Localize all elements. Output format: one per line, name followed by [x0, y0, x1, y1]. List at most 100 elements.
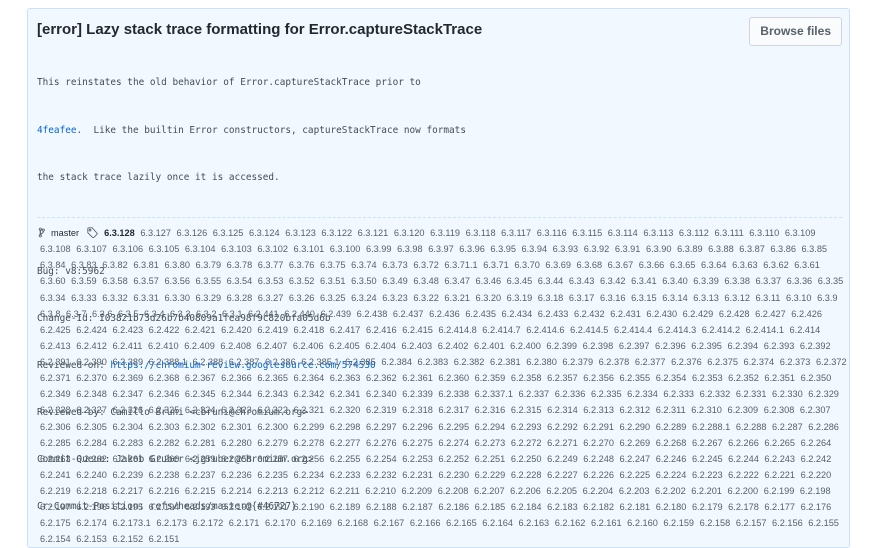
tag-link[interactable]: 6.2.183 [547, 502, 578, 512]
tag-link[interactable]: 6.3.23 [382, 293, 408, 303]
tag-link[interactable]: 6.2.274 [438, 438, 469, 448]
tag-link[interactable]: 6.2.162 [555, 518, 586, 528]
tag-link[interactable]: 6.3.66 [639, 260, 665, 270]
tag-link[interactable]: 6.2.389 [112, 357, 143, 367]
tag-link[interactable]: 6.3.92 [584, 244, 610, 254]
tag-link[interactable]: 6.2.391 [40, 357, 71, 367]
tag-link[interactable]: 6.2.292 [547, 422, 578, 432]
tag-link[interactable]: 6.2.250 [511, 454, 542, 464]
tag-link[interactable]: 6.2.273 [475, 438, 506, 448]
tag-link[interactable]: 6.2.284 [76, 438, 107, 448]
tag-link[interactable]: 6.2.408 [220, 341, 251, 351]
tag-link[interactable]: 6.2.210 [365, 486, 396, 496]
tag-link[interactable]: 6.3.64 [701, 260, 727, 270]
tag-link[interactable]: 6.3.1 [222, 309, 242, 319]
tag-link[interactable]: 6.3.32 [102, 293, 128, 303]
tag-link[interactable]: 6.2.414.5 [570, 325, 608, 335]
tag-link[interactable]: 6.2.282 [149, 438, 180, 448]
tag-link[interactable]: 6.2.192 [221, 502, 252, 512]
tag-link[interactable]: 6.3.96 [459, 244, 485, 254]
tag-link[interactable]: 6.2.271 [547, 438, 578, 448]
tag-link[interactable]: 6.2.398 [583, 341, 614, 351]
tag-link[interactable]: 6.2.400 [510, 341, 541, 351]
tag-link[interactable]: 6.3.125 [213, 228, 244, 238]
tag-link[interactable]: 6.3.47 [444, 276, 470, 286]
tag-link[interactable]: 6.2.411 [112, 341, 142, 351]
tag-link[interactable]: 6.2.217 [112, 486, 143, 496]
tag-link[interactable]: 6.3.40 [662, 276, 688, 286]
tag-link[interactable]: 6.2.152 [112, 534, 143, 544]
tag-link[interactable]: 6.3.49 [382, 276, 408, 286]
tag-link[interactable]: 6.2.414.3 [658, 325, 696, 335]
tag-link[interactable]: 6.2.272 [511, 438, 542, 448]
tag-link[interactable]: 6.2.414.6 [526, 325, 564, 335]
tag-link[interactable]: 6.2.199 [764, 486, 795, 496]
tag-link[interactable]: 6.2.289 [656, 422, 687, 432]
tag-link[interactable]: 6.2.302 [185, 422, 216, 432]
tag-link[interactable]: 6.3.112 [679, 228, 709, 238]
tag-link[interactable]: 6.2.396 [655, 341, 686, 351]
tag-link[interactable]: 6.2.189 [330, 502, 361, 512]
tag-link[interactable]: 6.2.223 [692, 470, 723, 480]
tag-link[interactable]: 6.2.309 [727, 405, 758, 415]
tag-link[interactable]: 6.3.126 [177, 228, 208, 238]
tag-link[interactable]: 6.2.203 [619, 486, 650, 496]
tag-link[interactable]: 6.2.392 [800, 341, 831, 351]
tag-link[interactable]: 6.2.348 [76, 389, 107, 399]
tag-link[interactable]: 6.2.225 [620, 470, 651, 480]
tag-link[interactable]: 6.2.313 [583, 405, 614, 415]
tag-link[interactable]: 6.2.337 [519, 389, 550, 399]
tag-link[interactable]: 6.2.264 [801, 438, 832, 448]
tag-link[interactable]: 6.3.100 [330, 244, 361, 254]
tag-link[interactable]: 6.2.209 [402, 486, 433, 496]
tag-link[interactable]: 6.2.329 [808, 389, 839, 399]
tag-link[interactable]: 6.2.151 [149, 534, 180, 544]
tag-link[interactable]: 6.2.283 [112, 438, 143, 448]
tag-link[interactable]: 6.3.9 [817, 293, 837, 303]
tag-link[interactable]: 6.2.220 [801, 470, 832, 480]
tag-link[interactable]: 6.3.120 [394, 228, 425, 238]
tag-link[interactable]: 6.3.93 [553, 244, 579, 254]
tag-link[interactable]: 6.2.330 [772, 389, 803, 399]
tag-link[interactable]: 6.3.110 [749, 228, 779, 238]
tag-link[interactable]: 6.2.260 [149, 454, 180, 464]
tag-link[interactable]: 6.3.63 [732, 260, 758, 270]
tag-link[interactable]: 6.3.72 [413, 260, 439, 270]
tag-link[interactable]: 6.3.10 [786, 293, 812, 303]
tag-link[interactable]: 6.2.352 [728, 373, 759, 383]
tag-link[interactable]: 6.3.16 [600, 293, 626, 303]
tag-link[interactable]: 6.2.318 [402, 405, 433, 415]
tag-link[interactable]: 6.2.419 [257, 325, 288, 335]
tag-link[interactable]: 6.2.244 [728, 454, 759, 464]
tag-link[interactable]: 6.2.164 [482, 518, 513, 528]
tag-link[interactable]: 6.3.6 [92, 309, 112, 319]
tag-link[interactable]: 6.2.383 [418, 357, 449, 367]
tag-link[interactable]: 6.3.104 [185, 244, 216, 254]
tag-link[interactable]: 6.2.242 [801, 454, 832, 464]
tag-link[interactable]: 6.3.60 [40, 276, 66, 286]
tag-link[interactable]: 6.2.288 [736, 422, 767, 432]
tag-link[interactable]: 6.2.432 [574, 309, 605, 319]
tag-link[interactable]: 6.2.366 [221, 373, 252, 383]
tag-link[interactable]: 6.2.299 [294, 422, 325, 432]
tag-link[interactable]: 6.3.28 [227, 293, 253, 303]
tag-link[interactable]: 6.2.353 [692, 373, 723, 383]
tag-link[interactable]: 6.2.372 [816, 357, 847, 367]
tag-link[interactable]: 6.3.5 [118, 309, 138, 319]
tag-link[interactable]: 6.2.427 [755, 309, 786, 319]
tag-link[interactable]: 6.2.169 [301, 518, 332, 528]
tag-link[interactable]: 6.2.213 [257, 486, 288, 496]
tag-link[interactable]: 6.2.424 [76, 325, 107, 335]
tag-link[interactable]: 6.2.403 [402, 341, 433, 351]
tag-link[interactable]: 6.2.198 [800, 486, 831, 496]
tag-link[interactable]: 6.2.429 [683, 309, 714, 319]
tag-link[interactable]: 6.2.229 [475, 470, 506, 480]
tag-link[interactable]: 6.2.224 [656, 470, 687, 480]
tag-link[interactable]: 6.3.77 [258, 260, 284, 270]
tag-link[interactable]: 6.2.414.1 [746, 325, 784, 335]
tag-link[interactable]: 6.2.395 [691, 341, 722, 351]
tag-link[interactable]: 6.2.258 [221, 454, 252, 464]
tag-link[interactable]: 6.2.331 [736, 389, 767, 399]
tag-link[interactable]: 6.2.178 [728, 502, 759, 512]
tag-link[interactable]: 6.2.177 [764, 502, 795, 512]
